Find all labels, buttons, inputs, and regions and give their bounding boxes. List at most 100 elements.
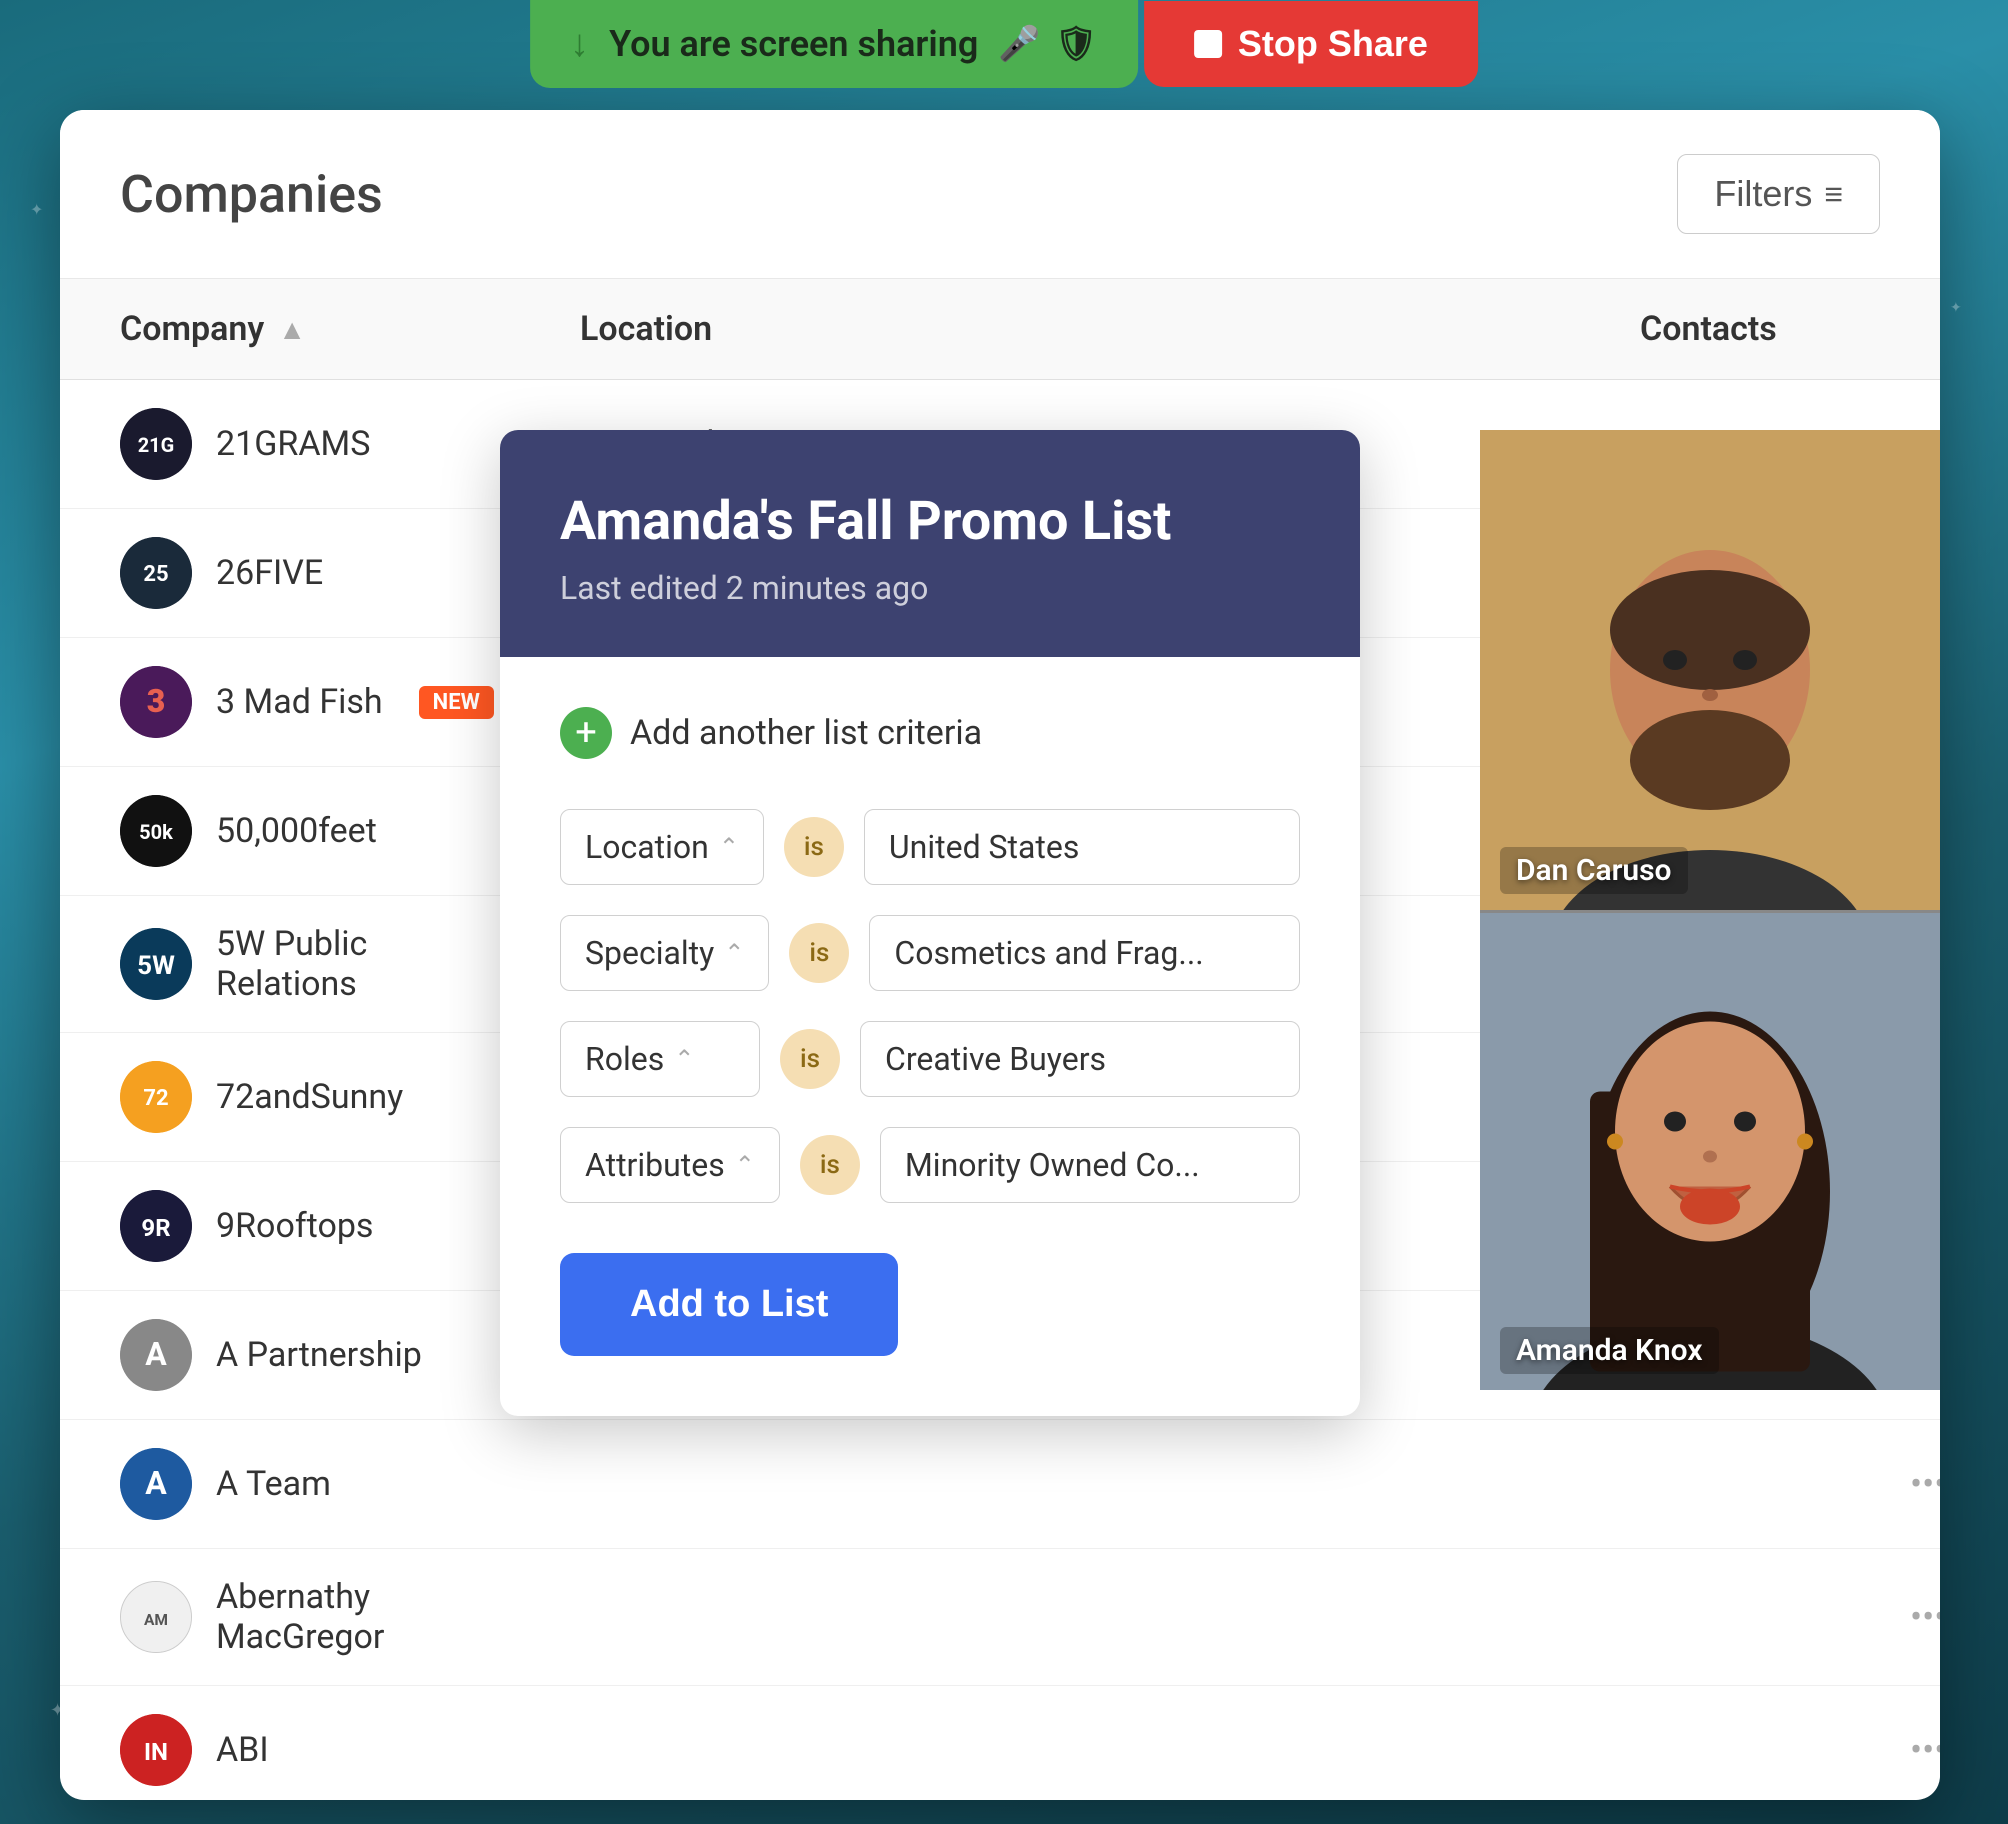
video-name-1: Dan Caruso xyxy=(1500,847,1688,894)
svg-text:A: A xyxy=(145,1335,167,1373)
video-face-top xyxy=(1480,430,1940,910)
more-button[interactable]: ••• xyxy=(1900,1453,1940,1515)
app-header: Companies Filters ≡ xyxy=(60,110,1940,279)
company-logo: 3 xyxy=(120,666,192,738)
shield-icon: 🛡 xyxy=(1055,24,1098,64)
share-icons: 🎤 🛡 xyxy=(998,24,1098,64)
filters-label: Filters xyxy=(1714,173,1812,215)
add-criteria-button[interactable]: + Add another list criteria xyxy=(560,707,1300,759)
add-to-list-button[interactable]: Add to List xyxy=(560,1253,898,1356)
company-cell: 3 3 Mad Fish NEW xyxy=(80,638,540,766)
criteria-value-specialty[interactable]: Cosmetics and Frag... xyxy=(869,915,1300,991)
company-cell: IN ABI xyxy=(80,1686,540,1800)
criteria-row-roles: Roles ⌃ is Creative Buyers xyxy=(560,1021,1300,1097)
share-status-text: You are screen sharing xyxy=(609,23,978,65)
operator-badge-specialty: is xyxy=(789,923,849,983)
page-title: Companies xyxy=(120,164,383,225)
company-logo: AM xyxy=(120,1581,192,1653)
chevron-down-icon: ⌃ xyxy=(719,833,739,861)
company-cell: 25 26FIVE xyxy=(80,509,540,637)
criteria-field-select-location[interactable]: Location ⌃ xyxy=(560,809,764,885)
svg-text:A: A xyxy=(145,1464,167,1502)
filter-icon: ≡ xyxy=(1824,176,1843,213)
list-subtitle: Last edited 2 minutes ago xyxy=(560,569,1300,607)
app-window: Companies Filters ≡ Company ▲ Location C… xyxy=(60,110,1940,1800)
criteria-value-attributes[interactable]: Minority Owned Co... xyxy=(880,1127,1300,1203)
company-cell: 5W 5W Public Relations xyxy=(80,896,540,1032)
contacts-cell xyxy=(1600,1589,1860,1645)
snowflake-deco: ✦ xyxy=(30,200,43,219)
svg-text:IN: IN xyxy=(144,1738,168,1766)
company-logo: 21G xyxy=(120,408,192,480)
company-cell: A A Partnership xyxy=(80,1291,540,1419)
company-logo: 9R xyxy=(120,1190,192,1262)
criteria-value-roles[interactable]: Creative Buyers xyxy=(860,1021,1300,1097)
criteria-row-specialty: Specialty ⌃ is Cosmetics and Frag... xyxy=(560,915,1300,991)
company-logo: 5W xyxy=(120,928,192,1000)
svg-text:3: 3 xyxy=(147,682,166,720)
share-status: ↓ You are screen sharing 🎤 🛡 xyxy=(530,0,1138,88)
more-cell: ••• xyxy=(1860,1558,1940,1676)
table-row[interactable]: AM Abernathy MacGregor ••• xyxy=(60,1549,1940,1686)
stop-share-button[interactable]: Stop Share xyxy=(1144,1,1478,87)
company-cell: 9R 9Rooftops xyxy=(80,1162,540,1290)
chevron-down-icon: ⌃ xyxy=(674,1045,694,1073)
company-logo: 50k xyxy=(120,795,192,867)
column-actions xyxy=(1860,279,1940,379)
criteria-row-location: Location ⌃ is United States xyxy=(560,809,1300,885)
company-logo: 25 xyxy=(120,537,192,609)
svg-text:21G: 21G xyxy=(138,433,175,457)
stop-share-label: Stop Share xyxy=(1238,23,1428,65)
more-button[interactable]: ••• xyxy=(1900,1586,1940,1648)
arrow-icon: ↓ xyxy=(570,22,589,66)
operator-badge-attributes: is xyxy=(800,1135,860,1195)
video-panel-top: Dan Caruso xyxy=(1480,430,1940,910)
table-row[interactable]: IN ABI ••• xyxy=(60,1686,1940,1800)
operator-badge-location: is xyxy=(784,817,844,877)
table-header: Company ▲ Location Contacts xyxy=(60,279,1940,380)
contacts-cell xyxy=(1600,1722,1860,1778)
table-row[interactable]: A A Team ••• xyxy=(60,1420,1940,1549)
location-cell xyxy=(540,1456,1600,1512)
chevron-down-icon: ⌃ xyxy=(735,1151,755,1179)
svg-text:9R: 9R xyxy=(141,1214,170,1242)
company-cell: AM Abernathy MacGregor xyxy=(80,1549,540,1685)
add-circle-icon: + xyxy=(560,707,612,759)
more-cell: ••• xyxy=(1860,1425,1940,1543)
criteria-value-location[interactable]: United States xyxy=(864,809,1300,885)
chevron-down-icon: ⌃ xyxy=(724,939,744,967)
column-company: Company ▲ xyxy=(80,279,540,379)
list-panel-body: + Add another list criteria Location ⌃ i… xyxy=(500,657,1360,1416)
video-face-bottom xyxy=(1480,913,1940,1390)
column-contacts: Contacts xyxy=(1600,279,1860,379)
company-cell: 21G 21GRAMS xyxy=(80,380,540,508)
criteria-field-select-specialty[interactable]: Specialty ⌃ xyxy=(560,915,769,991)
company-logo: A xyxy=(120,1319,192,1391)
star-deco: ✦ xyxy=(1950,300,1962,316)
company-logo: IN xyxy=(120,1714,192,1786)
filters-button[interactable]: Filters ≡ xyxy=(1677,154,1880,234)
list-title: Amanda's Fall Promo List xyxy=(560,490,1300,553)
microphone-icon: 🎤 xyxy=(998,24,1040,64)
criteria-field-select-roles[interactable]: Roles ⌃ xyxy=(560,1021,760,1097)
add-criteria-label: Add another list criteria xyxy=(630,713,982,753)
company-logo: 72 xyxy=(120,1061,192,1133)
new-badge: NEW xyxy=(419,686,494,719)
company-cell: A A Team xyxy=(80,1420,540,1548)
video-name-2: Amanda Knox xyxy=(1500,1327,1719,1374)
svg-text:5W: 5W xyxy=(137,951,175,981)
contacts-cell xyxy=(1600,1456,1860,1512)
sort-icon[interactable]: ▲ xyxy=(278,313,306,346)
stop-icon xyxy=(1194,30,1222,58)
svg-text:50k: 50k xyxy=(139,820,173,844)
more-button[interactable]: ••• xyxy=(1900,1719,1940,1781)
list-panel-header: Amanda's Fall Promo List Last edited 2 m… xyxy=(500,430,1360,657)
svg-text:72: 72 xyxy=(143,1086,168,1111)
svg-text:25: 25 xyxy=(143,562,168,587)
criteria-field-select-attributes[interactable]: Attributes ⌃ xyxy=(560,1127,780,1203)
company-cell: 50k 50,000feet xyxy=(80,767,540,895)
column-location: Location xyxy=(540,279,1600,379)
criteria-row-attributes: Attributes ⌃ is Minority Owned Co... xyxy=(560,1127,1300,1203)
location-cell xyxy=(540,1589,1600,1645)
company-cell: 72 72andSunny xyxy=(80,1033,540,1161)
